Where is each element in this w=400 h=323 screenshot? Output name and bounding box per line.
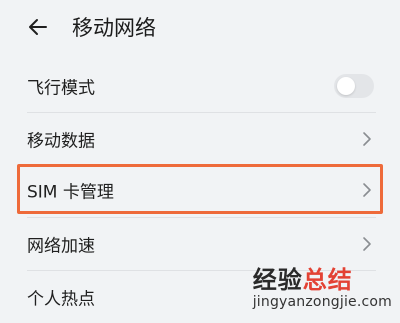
chevron-right-icon xyxy=(363,237,371,251)
watermark-title-part1: 经验 xyxy=(252,266,303,294)
chevron-right-icon xyxy=(363,132,371,146)
settings-row-label: 飞行模式 xyxy=(27,78,95,99)
settings-row-mobile-data[interactable]: 移动数据 xyxy=(0,113,400,165)
settings-row-label: 网络加速 xyxy=(27,236,95,257)
settings-row-airplane-mode[interactable]: 飞行模式 xyxy=(0,60,400,112)
settings-row-network-acceleration[interactable]: 网络加速 xyxy=(0,218,400,270)
page-title: 移动网络 xyxy=(72,16,156,40)
watermark-title: 经验总结 xyxy=(253,266,392,294)
airplane-mode-toggle[interactable] xyxy=(334,74,374,98)
arrow-left-icon[interactable] xyxy=(26,15,50,39)
settings-row-label: 移动数据 xyxy=(27,131,95,152)
watermark: 经验总结 jingyanzongjie.com xyxy=(253,266,392,310)
settings-row-label: 个人热点 xyxy=(27,289,95,310)
watermark-title-part2: 总结 xyxy=(302,266,353,294)
top-app-bar: 移动网络 xyxy=(0,0,400,56)
highlight-box xyxy=(17,164,383,214)
watermark-url: jingyanzongjie.com xyxy=(252,294,392,310)
toggle-knob xyxy=(337,77,355,95)
